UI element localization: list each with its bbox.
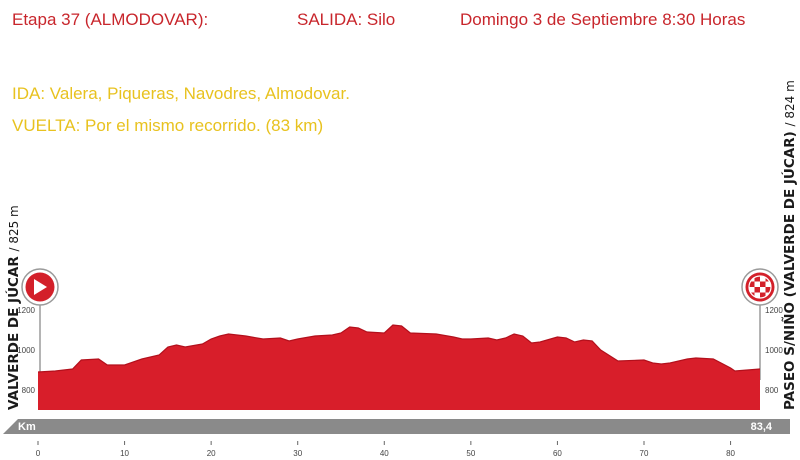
elevation-profile-chart: 800 1000 1200 800 1000 1200 Km 83,4 0 10 20 30 4… <box>3 268 790 458</box>
y-tick-label-right: 1000 <box>765 346 783 355</box>
y-axis-right: 800 1000 1200 <box>765 306 783 395</box>
elevation-area <box>38 325 760 410</box>
y-tick-label-right: 1200 <box>765 306 783 315</box>
y-tick-label-left: 1000 <box>17 346 35 355</box>
km-axis-bar <box>3 419 790 434</box>
km-total-label: 83,4 <box>751 421 773 433</box>
x-tick-label: 40 <box>380 449 389 458</box>
x-tick-label: 30 <box>293 449 302 458</box>
x-tick-label: 20 <box>207 449 216 458</box>
y-tick-label-left: 800 <box>22 386 36 395</box>
km-axis-label: Km <box>18 421 36 433</box>
x-tick-label: 60 <box>553 449 562 458</box>
x-tick-label: 50 <box>466 449 475 458</box>
y-tick-label-right: 800 <box>765 386 779 395</box>
finish-marker-icon <box>741 268 779 380</box>
x-tick-label: 80 <box>726 449 735 458</box>
x-tick-label: 70 <box>640 449 649 458</box>
y-tick-label-left: 1200 <box>17 306 35 315</box>
x-tick-label: 10 <box>120 449 129 458</box>
x-tick-label: 0 <box>36 449 41 458</box>
y-axis-left: 800 1000 1200 <box>17 306 35 395</box>
x-axis: 0 10 20 30 40 50 60 70 80 <box>36 441 736 458</box>
start-marker-icon <box>21 268 59 380</box>
